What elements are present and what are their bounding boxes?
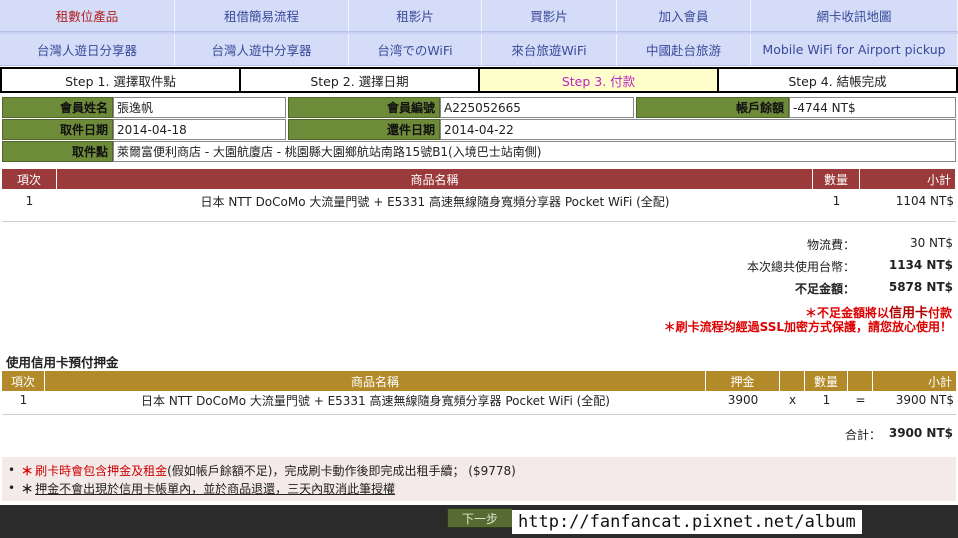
nav-china-to-taiwan[interactable]: 中國赴台旅游 (617, 34, 751, 66)
nav-taiwan-wifi-jp[interactable]: 台湾でのWiFi (349, 34, 482, 66)
order-row-index: 1 (25, 194, 34, 208)
order-col-qty: 數量 (813, 169, 859, 189)
nav-airport-pickup[interactable]: Mobile WiFi for Airport pickup (751, 34, 958, 66)
order-row-subtotal: 1104 NT$ (895, 194, 954, 208)
deposit-section-title: 使用信用卡預付押金 (6, 355, 119, 370)
deposit-row-name: 日本 NTT DoCoMo 大流量門號 + E5331 高速無線隨身寬頻分享器 … (141, 393, 610, 408)
order-col-index: 項次 (2, 169, 56, 189)
pickup-point-value: 萊爾富便利商店 - 大園航廈店 - 桃園縣大園鄉航站南路15號B1(入境巴士站南… (113, 141, 956, 162)
order-col-subtotal: 小計 (860, 169, 955, 189)
step-4: Step 4. 結帳完成 (719, 69, 956, 91)
nav-china-wifi[interactable]: 台灣人遊中分享器 (175, 34, 349, 66)
member-id-label: 會員編號 (288, 97, 440, 118)
note-1-text: (假如帳戶餘額不足)，完成刷卡動作後即完成出租手續； ($9778) (167, 463, 516, 478)
bullet-icon: • (8, 481, 16, 495)
page: 租數位產品 租借簡易流程 租影片 買影片 加入會員 網卡收訊地圖 台灣人遊日分享… (0, 0, 958, 538)
pickup-date-value: 2014-04-18 (113, 119, 286, 140)
star-icon: ＊ (21, 463, 34, 478)
deposit-sum-value: 3900 NT$ (888, 426, 953, 440)
payment-notes: • ＊刷卡時會包含押金及租金 (假如帳戶餘額不足)，完成刷卡動作後即完成出租手續；… (2, 457, 956, 501)
nav-rent-digital[interactable]: 租數位產品 (0, 0, 175, 32)
shipping-row: 物流費： 30 NT$ (653, 236, 953, 256)
deposit-divider (2, 414, 956, 415)
order-row-name: 日本 NTT DoCoMo 大流量門號 + E5331 高速無線隨身寬頻分享器 … (200, 194, 670, 209)
deposit-row-times: x (788, 393, 797, 407)
deposit-row-index: 1 (19, 393, 28, 407)
star-icon: ＊ (21, 481, 34, 496)
nav-buy-movies[interactable]: 買影片 (482, 0, 617, 32)
nav-japan-wifi[interactable]: 台灣人遊日分享器 (0, 34, 175, 66)
deposit-row-equals: = (855, 393, 866, 407)
table-row: 1 日本 NTT DoCoMo 大流量門號 + E5331 高速無線隨身寬頻分享… (2, 191, 956, 211)
shipping-value: 30 NT$ (909, 236, 953, 250)
deposit-row-qty: 1 (822, 393, 831, 407)
nav-row-1: 租數位產品 租借簡易流程 租影片 買影片 加入會員 網卡收訊地圖 (0, 0, 958, 32)
deposit-col-blank-2 (848, 371, 872, 391)
order-divider (2, 221, 956, 222)
nav-signal-map[interactable]: 網卡收訊地圖 (751, 0, 958, 32)
member-info-table: 會員姓名 張逸帆 會員編號 A225052665 帳戶餘額 -4744 NT$ … (2, 97, 956, 163)
nav-join-member[interactable]: 加入會員 (617, 0, 751, 32)
list-item: • ＊刷卡時會包含押金及租金 (假如帳戶餘額不足)，完成刷卡動作後即完成出租手續；… (8, 461, 956, 479)
total-row: 本次總共使用台幣： 1134 NT$ (653, 258, 953, 278)
member-id-value: A225052665 (440, 97, 634, 118)
pickup-date-label: 取件日期 (2, 119, 113, 140)
bullet-icon: • (8, 463, 16, 477)
checkout-steps: Step 1. 選擇取件點 Step 2. 選擇日期 Step 3. 付款 St… (0, 67, 958, 93)
step-3-current: Step 3. 付款 (480, 69, 717, 91)
deposit-col-subtotal: 小計 (873, 371, 956, 391)
table-row: 1 日本 NTT DoCoMo 大流量門號 + E5331 高速無線隨身寬頻分享… (2, 390, 956, 410)
next-step-button[interactable]: 下一步 (447, 508, 513, 528)
list-item: • ＊押金不會出現於信用卡帳單內，並於商品退還，三天內取消此筆授權 (8, 479, 956, 497)
deposit-col-qty: 數量 (805, 371, 847, 391)
nav-visit-taiwan-wifi[interactable]: 來台旅遊WiFi (482, 34, 617, 66)
member-name-value: 張逸帆 (113, 97, 286, 118)
step-2: Step 2. 選擇日期 (241, 69, 478, 91)
deposit-sum-row: 合計： 3900 NT$ (653, 426, 953, 446)
order-row-qty: 1 (832, 194, 841, 208)
note-2-text: 押金不會出現於信用卡帳單內，並於商品退還，三天內取消此筆授權 (35, 481, 396, 496)
shortfall-row: 不足金額： 5878 NT$ (653, 280, 953, 300)
total-value: 1134 NT$ (888, 258, 953, 272)
deposit-row-subtotal: 3900 NT$ (895, 393, 954, 407)
nav-rent-movies[interactable]: 租影片 (349, 0, 482, 32)
deposit-col-index: 項次 (2, 371, 44, 391)
deposit-sum-label: 合計： (844, 428, 881, 442)
pickup-point-label: 取件點 (2, 141, 113, 162)
deposit-col-deposit: 押金 (706, 371, 779, 391)
note-1-highlight: 刷卡時會包含押金及租金 (35, 463, 168, 478)
nav-row-2: 台灣人遊日分享器 台灣人遊中分享器 台湾でのWiFi 來台旅遊WiFi 中國赴台… (0, 34, 958, 66)
return-date-label: 還件日期 (288, 119, 440, 140)
watermark: http://fanfancat.pixnet.net/album (512, 510, 862, 534)
step-1: Step 1. 選擇取件點 (2, 69, 239, 91)
deposit-row-deposit: 3900 (727, 393, 759, 407)
balance-label: 帳戶餘額 (636, 97, 789, 118)
shortfall-label: 不足金額： (794, 282, 855, 296)
nav-rent-process[interactable]: 租借簡易流程 (175, 0, 349, 32)
total-label: 本次總共使用台幣： (746, 260, 855, 274)
shortfall-value: 5878 NT$ (888, 280, 953, 294)
deposit-col-blank-1 (780, 371, 804, 391)
balance-value: -4744 NT$ (789, 97, 956, 118)
top-nav: 租數位產品 租借簡易流程 租影片 買影片 加入會員 網卡收訊地圖 台灣人遊日分享… (0, 0, 958, 66)
return-date-value: 2014-04-22 (440, 119, 956, 140)
order-table-header: 項次 商品名稱 數量 小計 (2, 169, 956, 189)
shipping-label: 物流費： (806, 238, 855, 252)
deposit-table-header: 項次 商品名稱 押金 數量 小計 (2, 371, 956, 391)
deposit-col-name: 商品名稱 (45, 371, 705, 391)
order-col-name: 商品名稱 (57, 169, 812, 189)
member-name-label: 會員姓名 (2, 97, 113, 118)
ssl-notice: ＊刷卡流程均經過SSL加密方式保護，請您放心使用！ (663, 320, 952, 334)
